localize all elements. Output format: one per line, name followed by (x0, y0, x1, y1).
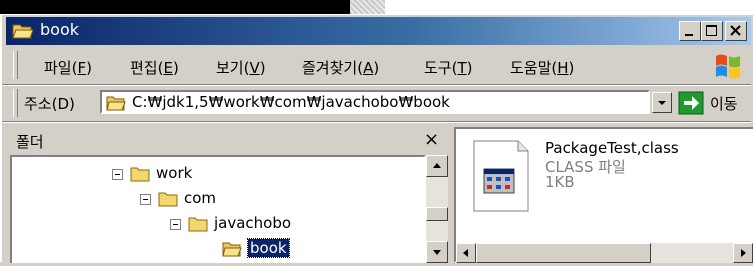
address-label: 주소(D) (24, 95, 75, 113)
scroll-down-button[interactable] (426, 241, 448, 263)
address-path: C:₩jdk1,5₩work₩com₩javachobo₩book (132, 93, 450, 111)
arrow-right-icon (741, 249, 746, 257)
go-button-label[interactable]: 이동 (710, 93, 738, 114)
maximize-icon (706, 25, 717, 36)
arrow-up-icon (433, 163, 441, 168)
background-scrollbar (350, 0, 385, 14)
folder-icon (188, 217, 208, 232)
background-window-edge (0, 0, 753, 14)
class-file-icon (473, 140, 529, 212)
scroll-right-button[interactable] (733, 243, 753, 263)
file-name: PackageTest,class (545, 139, 679, 157)
scroll-up-button[interactable] (426, 155, 448, 177)
folders-pane-header: 폴더 × (10, 127, 448, 155)
address-dropdown-button[interactable] (652, 92, 672, 113)
folder-icon (130, 167, 150, 182)
menu-view[interactable]: 보기(V) (216, 57, 266, 78)
folder-icon (158, 192, 178, 207)
folders-pane-close-button[interactable]: × (424, 129, 439, 150)
hscroll-thumb[interactable] (476, 243, 651, 263)
minimize-icon (685, 34, 693, 36)
folder-tree: work com javachobo book (10, 155, 426, 263)
tree-node-label: javachobo (214, 214, 292, 232)
background-window-area (385, 0, 753, 14)
collapse-toggle-icon[interactable] (140, 194, 151, 205)
arrow-left-icon (463, 249, 468, 257)
close-button[interactable] (725, 21, 747, 41)
explorer-window: book 파일(F) 편집(E) 보기(V) 즐겨찾기(A) 도구(T) 도움말… (0, 14, 753, 263)
file-list-pane: PackageTest,class CLASS 파일 1KB (454, 127, 753, 263)
folder-open-icon (12, 24, 34, 39)
folder-tree-scrollbar[interactable] (426, 155, 448, 263)
close-icon (730, 25, 741, 36)
maximize-button[interactable] (701, 21, 723, 41)
tree-node-label-selected: book (247, 238, 290, 258)
tree-node-label: com (184, 189, 217, 207)
folder-open-icon (222, 242, 242, 257)
arrow-down-icon (433, 250, 441, 255)
folders-pane-title: 폴더 (16, 133, 44, 151)
menu-favorites[interactable]: 즐겨찾기(A) (302, 57, 379, 78)
collapse-toggle-icon[interactable] (112, 169, 123, 180)
file-list-hscrollbar[interactable] (456, 243, 753, 263)
windows-logo-icon (716, 54, 740, 79)
minimize-button[interactable] (679, 21, 701, 41)
title-bar[interactable]: book (6, 17, 751, 45)
menu-grip[interactable] (13, 51, 18, 79)
address-bar: 주소(D) C:₩jdk1,5₩work₩com₩javachobo₩book … (10, 87, 751, 119)
folder-open-icon (106, 96, 126, 111)
scroll-left-button[interactable] (456, 243, 476, 263)
scroll-thumb[interactable] (426, 207, 448, 221)
menu-file[interactable]: 파일(F) (44, 57, 92, 78)
menu-edit[interactable]: 편집(E) (130, 57, 179, 78)
chevron-down-icon (658, 101, 666, 105)
folders-pane: 폴더 × work com javachobo book (10, 127, 448, 263)
address-grip[interactable] (13, 89, 18, 117)
address-input[interactable]: C:₩jdk1,5₩work₩com₩javachobo₩book (100, 90, 650, 114)
window-title: book (40, 20, 79, 39)
address-separator (2, 121, 751, 123)
file-size: 1KB (545, 173, 575, 191)
collapse-toggle-icon[interactable] (170, 219, 181, 230)
menu-bar: 파일(F) 편집(E) 보기(V) 즐겨찾기(A) 도구(T) 도움말(H) (10, 49, 751, 83)
toolbar-separator (2, 84, 751, 86)
tree-node-label: work (156, 164, 193, 182)
menu-help[interactable]: 도움말(H) (510, 57, 574, 78)
menu-tools[interactable]: 도구(T) (424, 57, 472, 78)
go-arrow-icon[interactable] (678, 91, 704, 115)
